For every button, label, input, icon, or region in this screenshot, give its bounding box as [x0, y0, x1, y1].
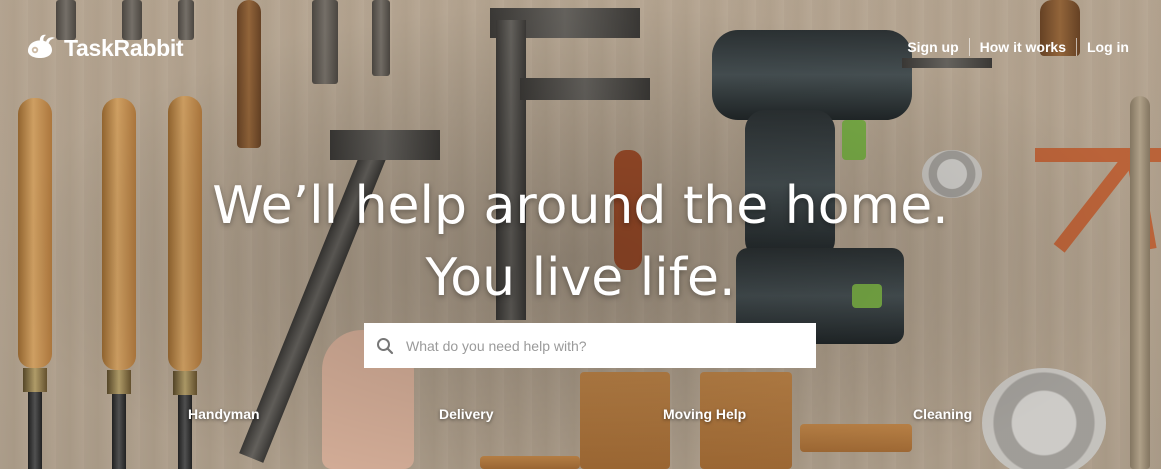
taskrabbit-logo[interactable]: TaskRabbit: [22, 30, 184, 66]
search-icon: [377, 337, 394, 354]
category-moving-help-link[interactable]: Moving Help: [663, 406, 746, 422]
search-bar: [364, 323, 816, 368]
category-handyman-link[interactable]: Handyman: [188, 406, 260, 422]
rabbit-logo-icon: [28, 34, 55, 58]
hero-headline-line1: We’ll help around the home.: [212, 176, 949, 236]
hero-headline-line2: You live life.: [425, 248, 736, 308]
log-in-link[interactable]: Log in: [1077, 39, 1139, 55]
brand-name: TaskRabbit: [64, 34, 184, 61]
category-cleaning-link[interactable]: Cleaning: [913, 406, 972, 422]
how-it-works-link[interactable]: How it works: [970, 39, 1076, 55]
search-input[interactable]: [404, 336, 808, 355]
category-delivery-link[interactable]: Delivery: [439, 406, 493, 422]
sign-up-link[interactable]: Sign up: [897, 39, 968, 55]
top-nav: Sign up How it works Log in: [897, 38, 1139, 56]
